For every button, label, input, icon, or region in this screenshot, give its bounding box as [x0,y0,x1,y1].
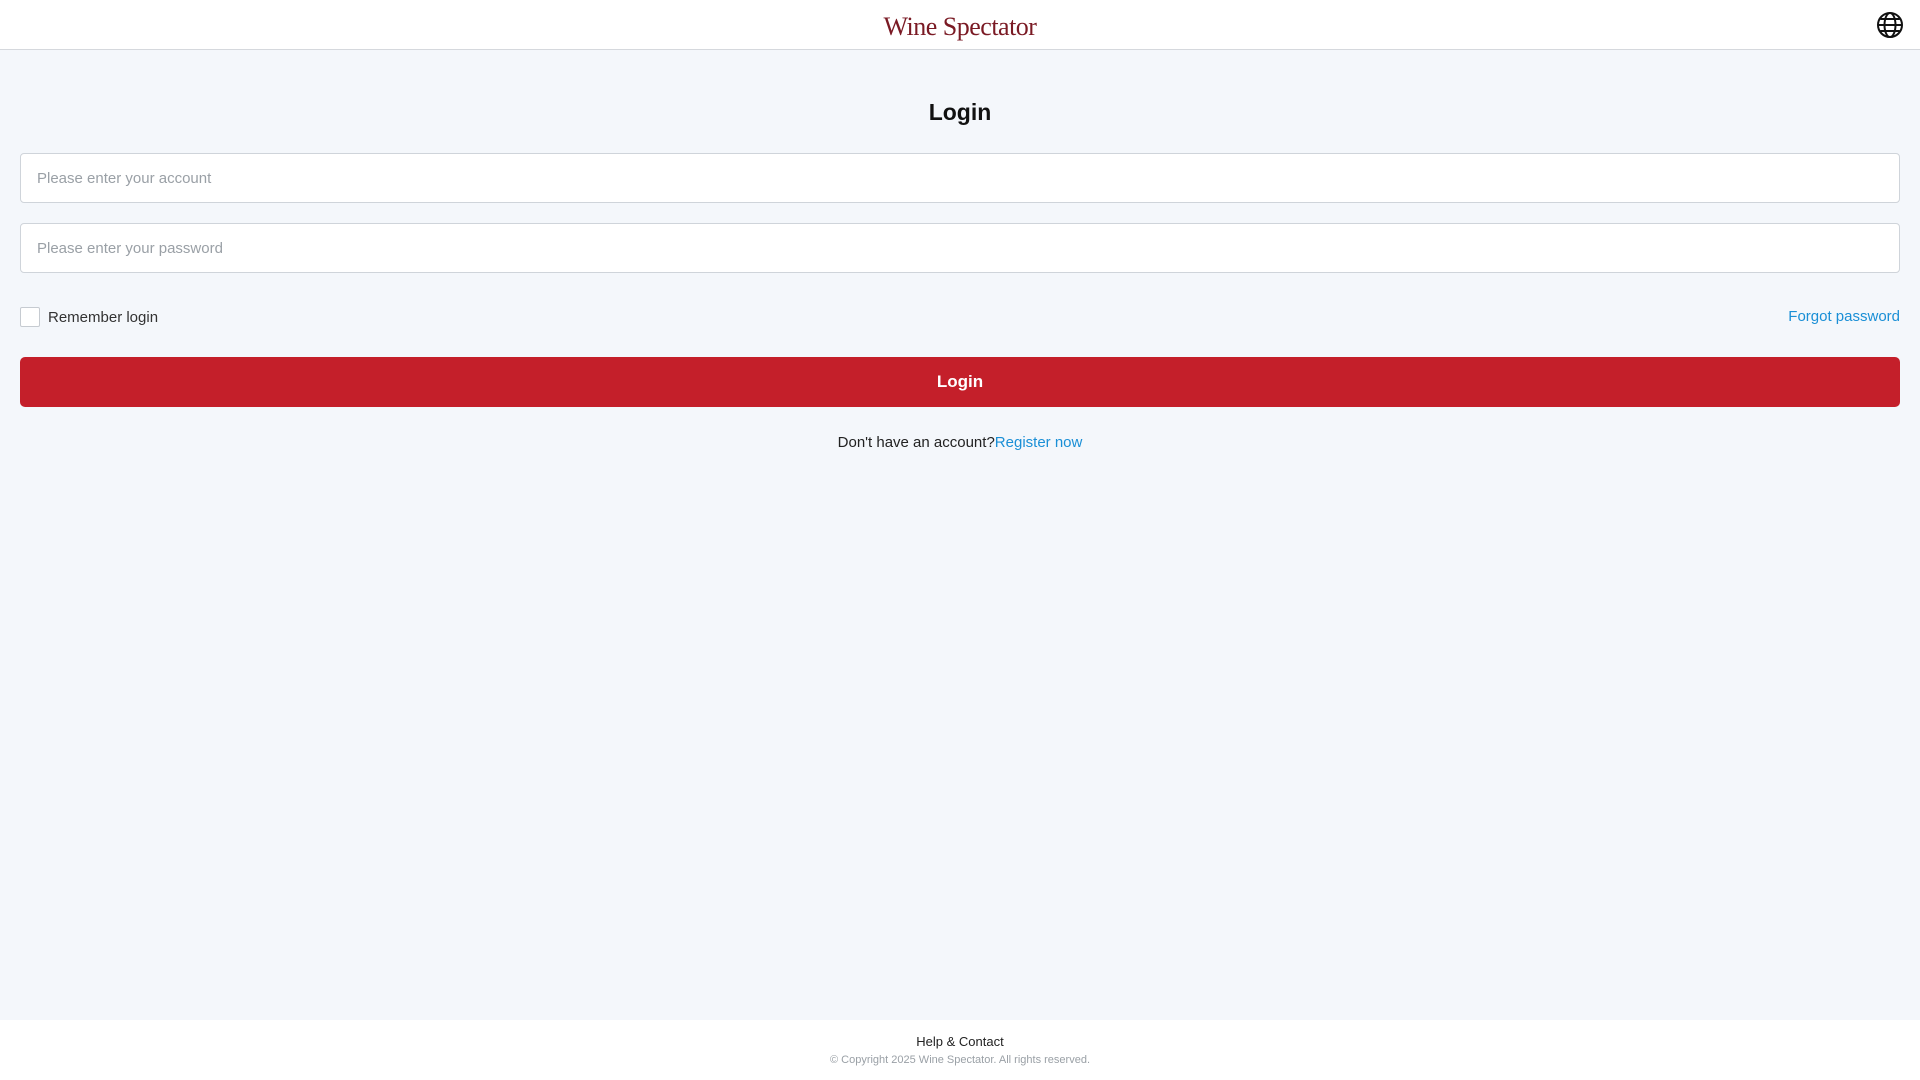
login-form: Login Remember login Forgot password Log… [20,50,1900,451]
remember-login-checkbox[interactable] [20,307,40,327]
register-prompt: Don't have an account?Register now [20,434,1900,451]
site-logo[interactable]: Wine Spectator [0,12,1920,42]
register-now-link[interactable]: Register now [995,434,1083,451]
footer: Help & Contact © Copyright 2025 Wine Spe… [0,1020,1920,1080]
globe-icon [1877,12,1903,38]
language-button[interactable] [1876,11,1904,39]
password-input[interactable] [20,223,1900,273]
logo-text: Wine Spectator [883,12,1037,41]
help-contact-link[interactable]: Help & Contact [916,1034,1003,1049]
top-bar: Wine Spectator [0,0,1920,50]
copyright-text: © Copyright 2025 Wine Spectator. All rig… [829,1054,1090,1066]
forgot-password-link[interactable]: Forgot password [1788,308,1900,325]
remember-login-toggle[interactable]: Remember login [20,307,158,327]
account-input[interactable] [20,153,1900,203]
login-button[interactable]: Login [20,357,1900,407]
page-title: Login [928,99,992,125]
remember-login-label: Remember login [48,308,159,326]
register-prompt-text: Don't have an account? [837,434,995,451]
login-options: Remember login Forgot password [20,307,1900,327]
